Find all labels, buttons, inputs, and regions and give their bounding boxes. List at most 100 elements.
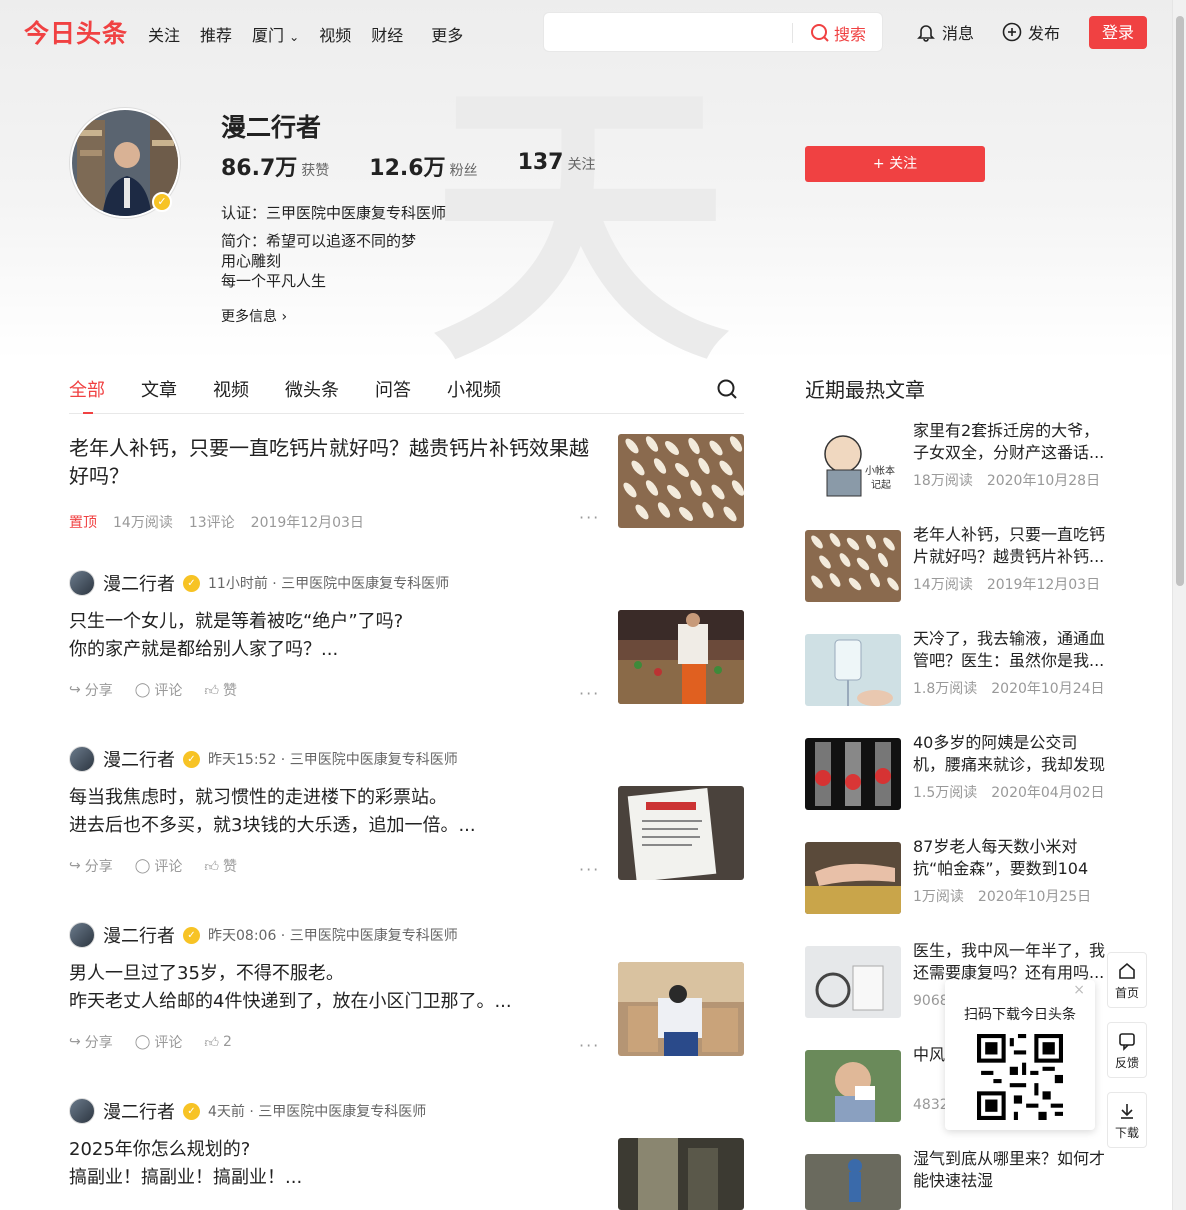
hot-article-item[interactable]: 87岁老人每天数小米对抗“帕金森”，要数到104岁... 1万阅读2020年10… xyxy=(805,837,1125,914)
search-button[interactable]: 搜索 xyxy=(810,21,866,45)
scrollbar[interactable] xyxy=(1172,0,1186,1210)
profile-certification: 认证：三甲医院中医康复专科医师 xyxy=(221,204,447,222)
comment-button[interactable]: ◯ 评论 xyxy=(135,1032,183,1052)
download-button[interactable]: 下载 xyxy=(1107,1092,1147,1148)
search-icon[interactable] xyxy=(716,378,738,400)
follow-button[interactable]: + 关注 xyxy=(805,146,985,182)
nav-more[interactable]: 更多 xyxy=(431,22,463,46)
post-text[interactable]: 只生一个女儿，就是等着被吃“绝户”了吗? 你的家产就是都给别人家了吗？... xyxy=(69,608,594,664)
more-options-icon[interactable]: ··· xyxy=(579,508,600,527)
like-button[interactable]: 👍︎ 赞 xyxy=(204,680,237,700)
thumbs-up-icon: 👍︎ xyxy=(204,1034,220,1051)
post-item[interactable]: 漫二行者 ✓ 昨天15:52 · 三甲医院中医康复专科医师 每当我焦虑时，就习惯… xyxy=(69,746,744,886)
profile-bio-line1: 简介：希望可以追逐不同的梦 xyxy=(221,232,417,250)
article-title[interactable]: 老年人补钙，只要一直吃钙片就好吗？越贵钙片补钙效果越好吗？ xyxy=(69,434,594,490)
more-options-icon[interactable]: ··· xyxy=(579,1036,600,1055)
chevron-down-icon: ⌄ xyxy=(289,30,300,44)
tab-short-video[interactable]: 小视频 xyxy=(447,376,501,414)
post-thumbnail[interactable] xyxy=(618,786,744,880)
tab-videos[interactable]: 视频 xyxy=(213,376,249,414)
share-icon: ↪ xyxy=(69,858,81,874)
publish-button[interactable]: 发布 xyxy=(1002,20,1060,44)
hot-article-title[interactable]: 湿气到底从哪里来？如何才能快速祛湿 xyxy=(913,1148,1109,1192)
home-button[interactable]: 首页 xyxy=(1107,952,1147,1008)
chevron-right-icon: › xyxy=(281,309,288,325)
hot-article-item[interactable]: 湿气到底从哪里来？如何才能快速祛湿 xyxy=(805,1149,1125,1210)
hot-article-thumbnail xyxy=(805,634,901,706)
toutiao-logo[interactable]: 今日头条 xyxy=(24,14,128,50)
post-text[interactable]: 男人一旦过了35岁，不得不服老。 昨天老丈人给邮的4件快递到了，放在小区门卫那了。… xyxy=(69,960,594,1016)
nav-follow[interactable]: 关注 xyxy=(148,22,180,46)
share-button[interactable]: ↪ 分享 xyxy=(69,1032,113,1052)
post-author[interactable]: 漫二行者 ✓ 11小时前 · 三甲医院中医康复专科医师 xyxy=(69,570,744,596)
profile-bio-line3: 每一个平凡人生 xyxy=(221,272,327,290)
more-options-icon[interactable]: ··· xyxy=(579,684,600,703)
post-author[interactable]: 漫二行者 ✓ 4天前 · 三甲医院中医康复专科医师 xyxy=(69,1098,744,1124)
hot-article-title[interactable]: 医生，我中风一年半了，我还需要康复吗？还有用吗... xyxy=(913,940,1109,984)
avatar xyxy=(69,1098,95,1124)
verified-badge-icon: ✓ xyxy=(183,926,200,944)
like-button[interactable]: 👍︎ 赞 xyxy=(204,856,237,876)
hot-article-item[interactable]: 40多岁的阿姨是公交司机，腰痛来就诊，我却发现她... 1.5万阅读2020年0… xyxy=(805,733,1125,810)
verified-badge-icon: ✓ xyxy=(152,192,172,212)
post-author[interactable]: 漫二行者 ✓ 昨天08:06 · 三甲医院中医康复专科医师 xyxy=(69,922,744,948)
nav-recommend[interactable]: 推荐 xyxy=(200,22,232,46)
post-text[interactable]: 每当我焦虑时，就习惯性的走进楼下的彩票站。 进去后也不多买，就3块钱的大乐透，追加… xyxy=(69,784,594,840)
hot-article-item[interactable]: 小帐本 记起 家里有2套拆迁房的大爷，子女双全，分财产这番话... 18万阅读 20… xyxy=(805,421,1125,498)
nav-xiamen[interactable]: 厦门 ⌄ xyxy=(252,22,299,46)
hot-articles-title: 近期最热文章 xyxy=(805,378,925,402)
post-text[interactable]: 2025年你怎么规划的? 搞副业！搞副业！搞副业！... xyxy=(69,1136,594,1192)
post-author[interactable]: 漫二行者 ✓ 昨天15:52 · 三甲医院中医康复专科医师 xyxy=(69,746,744,772)
tab-articles[interactable]: 文章 xyxy=(141,376,177,414)
tab-qa[interactable]: 问答 xyxy=(375,376,411,414)
comment-icon: ◯ xyxy=(134,682,151,698)
hot-article-item[interactable]: 天冷了，我去输液，通通血管吧？医生：虽然你是我... 1.8万阅读 2020年10… xyxy=(805,629,1125,706)
post-item[interactable]: 漫二行者 ✓ 11小时前 · 三甲医院中医康复专科医师 只生一个女儿，就是等着被… xyxy=(69,570,744,710)
search-divider xyxy=(792,23,793,43)
nav-video[interactable]: 视频 xyxy=(319,22,351,46)
post-thumbnail[interactable] xyxy=(618,962,744,1056)
qr-code xyxy=(977,1034,1063,1120)
tab-weitoutiao[interactable]: 微头条 xyxy=(285,376,339,414)
hot-article-thumbnail xyxy=(805,1154,901,1210)
article-thumbnail[interactable] xyxy=(618,434,744,528)
comment-button[interactable]: ◯ 评论 xyxy=(135,856,183,876)
hot-article-title[interactable]: 老年人补钙，只要一直吃钙片就好吗？越贵钙片补钙... xyxy=(913,524,1109,568)
post-item[interactable]: 漫二行者 ✓ 昨天08:06 · 三甲医院中医康复专科医师 男人一旦过了35岁，… xyxy=(69,922,744,1062)
following-stat[interactable]: 137 关注 xyxy=(518,150,596,182)
post-thumbnail[interactable] xyxy=(618,610,744,704)
feedback-button[interactable]: 反馈 xyxy=(1107,1022,1147,1078)
nav-finance[interactable]: 财经 xyxy=(371,22,403,46)
top-bar: 今日头条 关注 推荐 厦门 ⌄ 视频 财经 更多 搜索 消息 发布 登录 xyxy=(0,0,1172,64)
like-button[interactable]: 👍︎ 2 xyxy=(204,1034,232,1051)
more-info-link[interactable]: 更多信息 › xyxy=(221,306,287,326)
hot-article-item[interactable]: 老年人补钙，只要一直吃钙片就好吗？越贵钙片补钙... 14万阅读 2019年12月… xyxy=(805,525,1125,602)
fans-stat[interactable]: 12.6万 粉丝 xyxy=(369,150,477,182)
post-item[interactable]: 漫二行者 ✓ 4天前 · 三甲医院中医康复专科医师 2025年你怎么规划的? 搞副… xyxy=(69,1098,744,1210)
search-input[interactable] xyxy=(554,21,784,43)
scrollbar-thumb[interactable] xyxy=(1176,16,1184,586)
hot-article-title[interactable]: 87岁老人每天数小米对抗“帕金森”，要数到104岁... xyxy=(913,836,1109,880)
home-icon xyxy=(1119,962,1135,979)
comment-button[interactable]: ◯ 评论 xyxy=(135,680,183,700)
feedback-icon xyxy=(1119,1033,1135,1051)
hot-article-title[interactable]: 40多岁的阿姨是公交司机，腰痛来就诊，我却发现她... xyxy=(913,732,1109,776)
messages-button[interactable]: 消息 xyxy=(916,20,974,44)
hot-article-thumbnail xyxy=(805,946,901,1018)
avatar xyxy=(69,922,95,948)
verified-badge-icon: ✓ xyxy=(183,1102,200,1120)
hot-article-thumbnail: 小帐本 记起 xyxy=(805,426,901,498)
hot-article-thumbnail xyxy=(805,1050,901,1122)
pinned-article[interactable]: 老年人补钙，只要一直吃钙片就好吗？越贵钙片补钙效果越好吗？ 置顶 14万阅读 1… xyxy=(69,434,744,534)
share-icon: ↪ xyxy=(69,1034,81,1050)
hot-article-title[interactable]: 家里有2套拆迁房的大爷，子女双全，分财产这番话... xyxy=(913,420,1109,464)
login-button[interactable]: 登录 xyxy=(1089,16,1147,49)
share-button[interactable]: ↪ 分享 xyxy=(69,856,113,876)
hot-article-title[interactable]: 天冷了，我去输液，通通血管吧？医生：虽然你是我... xyxy=(913,628,1109,672)
tab-all[interactable]: 全部 xyxy=(69,376,105,414)
share-button[interactable]: ↪ 分享 xyxy=(69,680,113,700)
verified-badge-icon: ✓ xyxy=(183,574,200,592)
post-thumbnail[interactable] xyxy=(618,1138,744,1210)
more-options-icon[interactable]: ··· xyxy=(579,860,600,879)
close-icon[interactable]: × xyxy=(1073,982,1085,998)
